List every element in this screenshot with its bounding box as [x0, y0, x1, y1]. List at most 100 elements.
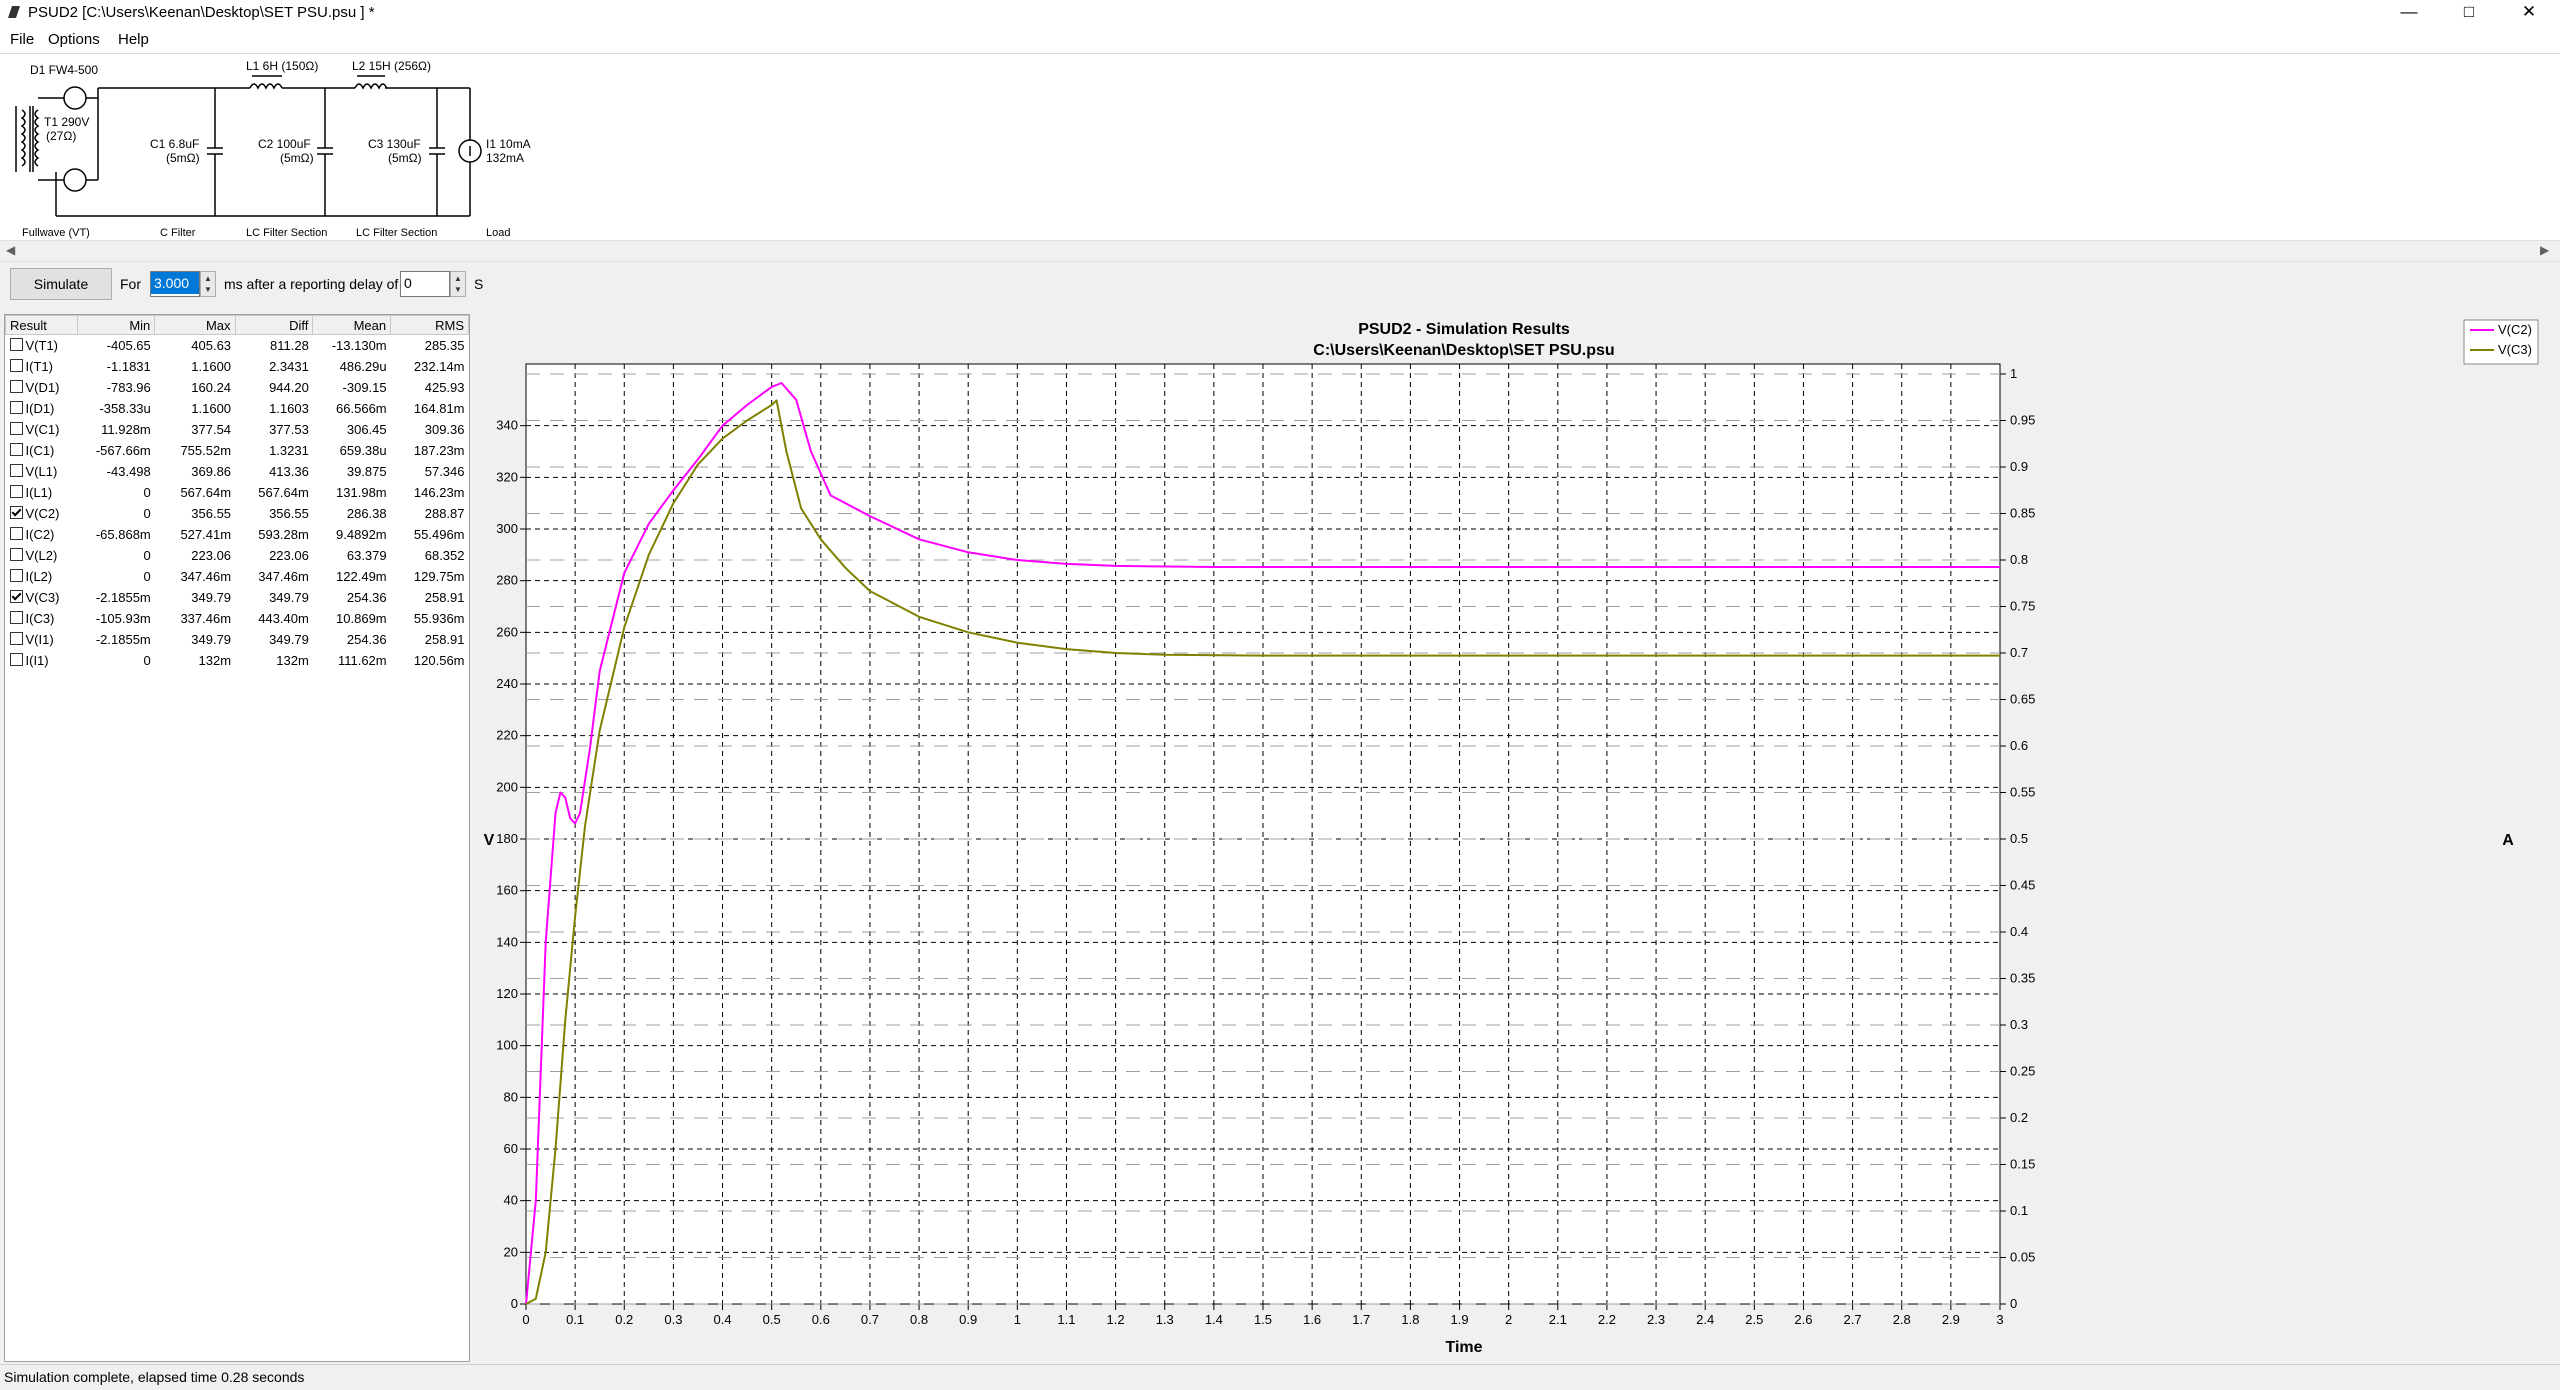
menu-file[interactable]: File: [10, 31, 34, 48]
table-row[interactable]: I(T1) -1.1831 1.1600 2.3431 486.29u 232.14m: [6, 356, 469, 377]
close-button[interactable]: ✕: [2500, 0, 2558, 26]
x-tick-label: 0.5: [763, 1312, 781, 1327]
cell-diff: 443.40m: [258, 611, 309, 626]
table-row[interactable]: V(T1) -405.65 405.63 811.28 -13.130m 285.35: [6, 335, 469, 357]
result-name: I(C1): [25, 443, 55, 458]
cell-name: I(T1): [6, 356, 78, 377]
table-row[interactable]: I(C2) -65.868m 527.41m 593.28m 9.4892m 55.496…: [6, 524, 469, 545]
result-checkbox[interactable]: [9, 632, 23, 645]
cell-diff: 349.79: [269, 632, 309, 647]
cell-diff: 1.3231: [269, 443, 309, 458]
result-checkbox[interactable]: [9, 653, 23, 666]
menu-options[interactable]: Options: [48, 31, 100, 48]
result-checkbox[interactable]: [9, 422, 23, 435]
delay-input[interactable]: [401, 272, 449, 294]
table-row[interactable]: V(C2) 0 356.55 356.55 286.38 288.87: [6, 503, 469, 524]
cell-name: I(C2): [6, 524, 78, 545]
col-min[interactable]: Min: [76, 315, 156, 335]
result-name: V(C1): [25, 422, 60, 437]
cell-name: V(C2): [6, 503, 78, 524]
cell-min: -43.498: [106, 464, 151, 479]
table-row[interactable]: I(D1) -358.33u 1.1600 1.1603 66.566m 164.81m: [6, 398, 469, 419]
y-tick-label: 0: [511, 1296, 518, 1311]
table-row[interactable]: I(C3) -105.93m 337.46m 443.40m 10.869m 55.936…: [6, 608, 469, 629]
col-max[interactable]: Max: [154, 315, 236, 335]
cell-name: I(D1): [6, 398, 78, 419]
table-row[interactable]: V(I1) -2.1855m 349.79 349.79 254.36 258.91: [6, 629, 469, 650]
scroll-left-icon[interactable]: ◀: [6, 243, 15, 257]
cell-name: I(C1): [6, 440, 78, 461]
col-diff[interactable]: Diff: [234, 315, 314, 335]
cell-min: -1.1831: [106, 359, 151, 374]
cell-diff: 1.1603: [269, 401, 309, 416]
cell-name: V(T1): [6, 335, 78, 357]
cell-rms: 288.87: [424, 506, 465, 521]
cell-mean: 659.38u: [339, 443, 387, 458]
scroll-thumb[interactable]: [22, 244, 2534, 257]
x-tick-label: 1: [1014, 1312, 1021, 1327]
y-tick-label: 120: [496, 986, 518, 1001]
y2-tick-label: 0.4: [2010, 924, 2028, 939]
cell-mean: -309.15: [342, 380, 387, 395]
x-tick-label: 0.1: [566, 1312, 584, 1327]
duration-field[interactable]: [150, 271, 200, 297]
maximize-button[interactable]: □: [2440, 0, 2498, 26]
result-checkbox[interactable]: [9, 464, 23, 477]
spin-up-icon[interactable]: ▲: [454, 274, 462, 284]
col-result[interactable]: Result: [5, 315, 78, 335]
minimize-button[interactable]: —: [2380, 0, 2438, 26]
col-rms[interactable]: RMS: [390, 315, 469, 335]
y2-tick-label: 0.45: [2010, 878, 2035, 893]
spin-down-icon[interactable]: ▼: [204, 285, 212, 295]
table-row[interactable]: V(L1) -43.498 369.86 413.36 39.875 57.346: [6, 461, 469, 482]
table-row[interactable]: V(C1) 11.928m 377.54 377.53 306.45 309.36: [6, 419, 469, 440]
result-checkbox[interactable]: [9, 527, 23, 540]
delay-spinner[interactable]: ▲ ▼: [450, 271, 466, 297]
spin-down-icon[interactable]: ▼: [454, 285, 462, 295]
result-checkbox[interactable]: [9, 443, 23, 456]
table-row[interactable]: I(I1) 0 132m 132m 111.62m 120.56m: [6, 650, 469, 671]
cell-name: V(L2): [6, 545, 78, 566]
duration-spinner[interactable]: ▲ ▼: [200, 271, 216, 297]
table-row[interactable]: I(C1) -567.66m 755.52m 1.3231 659.38u 187.23m: [6, 440, 469, 461]
cell-mean: 9.4892m: [336, 527, 387, 542]
result-checkbox[interactable]: [9, 548, 23, 561]
cell-diff: 377.53: [269, 422, 309, 437]
col-mean[interactable]: Mean: [312, 315, 392, 335]
schematic-scrollbar[interactable]: ◀ ▶: [0, 240, 2560, 262]
cell-mean: -13.130m: [331, 338, 387, 353]
result-checkbox[interactable]: [9, 338, 23, 351]
cell-min: 11.928m: [101, 422, 151, 437]
result-checkbox[interactable]: [9, 611, 23, 624]
l2-label: L2 15H (256Ω): [352, 59, 431, 73]
y-tick-label: 320: [496, 469, 518, 484]
section-fullwave: Fullwave (VT): [22, 227, 90, 239]
result-checkbox[interactable]: [9, 569, 23, 582]
result-checkbox[interactable]: [9, 485, 23, 498]
result-checkbox[interactable]: [9, 590, 23, 603]
result-checkbox[interactable]: [9, 359, 23, 372]
spin-up-icon[interactable]: ▲: [204, 274, 212, 284]
delay-field[interactable]: [400, 271, 450, 297]
result-checkbox[interactable]: [9, 401, 23, 414]
simulate-button[interactable]: Simulate: [10, 268, 112, 300]
table-row[interactable]: V(D1) -783.96 160.24 944.20 -309.15 425.93: [6, 377, 469, 398]
table-row[interactable]: V(C3) -2.1855m 349.79 349.79 254.36 258.91: [6, 587, 469, 608]
menu-help[interactable]: Help: [118, 31, 149, 48]
x-tick-label: 1.1: [1057, 1312, 1075, 1327]
x-tick-label: 1.5: [1254, 1312, 1272, 1327]
result-checkbox[interactable]: [9, 380, 23, 393]
result-checkbox[interactable]: [9, 506, 23, 519]
cell-min: 0: [143, 653, 151, 668]
duration-input[interactable]: [151, 272, 199, 294]
table-row[interactable]: V(L2) 0 223.06 223.06 63.379 68.352: [6, 545, 469, 566]
scroll-right-icon[interactable]: ▶: [2540, 243, 2549, 257]
table-row[interactable]: I(L2) 0 347.46m 347.46m 122.49m 129.75m: [6, 566, 469, 587]
table-row[interactable]: I(L1) 0 567.64m 567.64m 131.98m 146.23m: [6, 482, 469, 503]
result-name: V(T1): [25, 338, 59, 353]
cell-diff: 944.20: [269, 380, 309, 395]
y2-tick-label: 1: [2010, 366, 2017, 381]
y-tick-label: 160: [496, 883, 518, 898]
cell-rms: 309.36: [424, 422, 465, 437]
cell-diff: 223.06: [269, 548, 309, 563]
